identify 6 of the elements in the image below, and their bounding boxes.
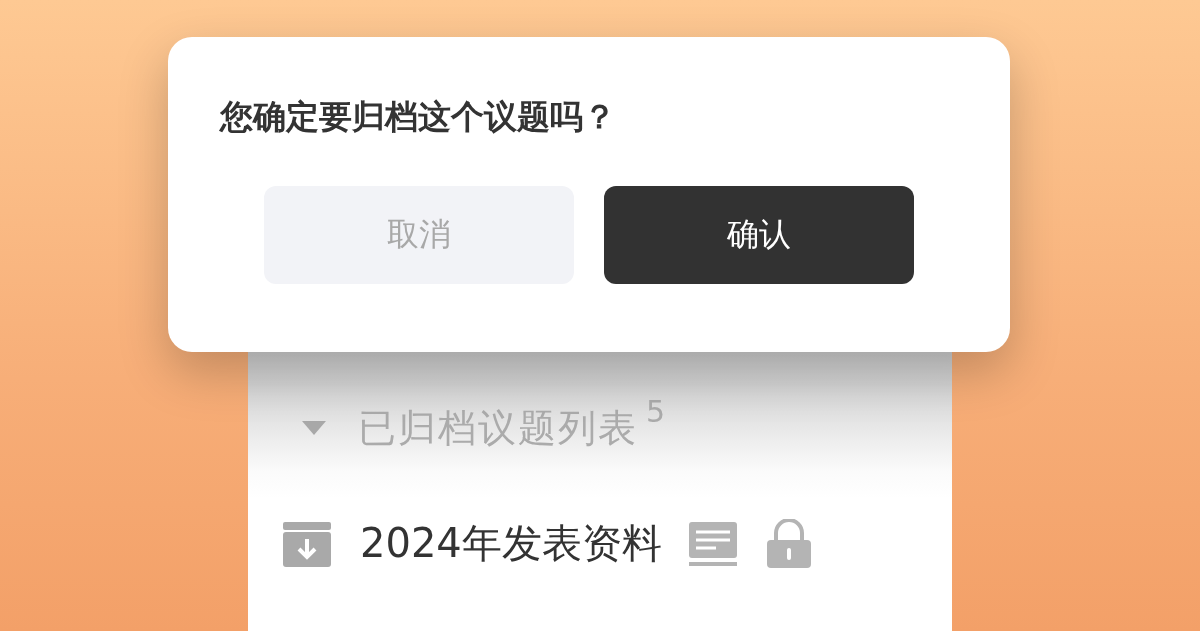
item-title[interactable]: 2024年发表资料 [360, 516, 662, 571]
section-count: 5 [646, 394, 666, 429]
caret-icon[interactable] [302, 421, 326, 435]
section-title: 已归档议题列表 [358, 404, 638, 452]
confirm-button[interactable]: 确认 [604, 186, 914, 284]
dialog-title: 您确定要归档这个议题吗？ [220, 96, 617, 138]
